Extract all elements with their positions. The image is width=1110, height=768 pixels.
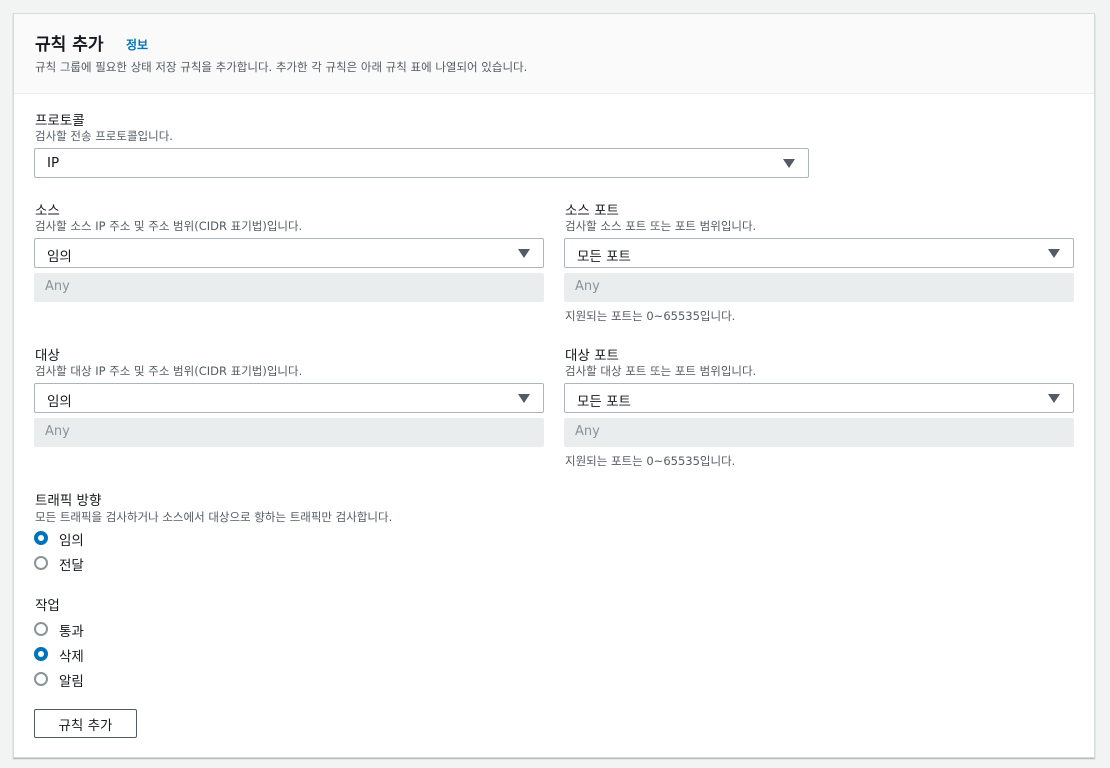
destination-port-input: Any: [564, 418, 1074, 447]
protocol-select[interactable]: IP: [34, 148, 809, 178]
source-port-select[interactable]: 모든 포트: [564, 238, 1074, 268]
caret-down-icon: [518, 394, 530, 403]
source-port-label: 소스 포트: [565, 203, 619, 219]
radio-checked-icon: [34, 531, 48, 545]
caret-down-icon: [1048, 394, 1060, 403]
radio-unchecked-icon: [34, 622, 48, 636]
radio-label: 전달: [59, 558, 84, 574]
source-port-placeholder: Any: [575, 279, 600, 294]
destination-port-label: 대상 포트: [565, 348, 619, 364]
destination-description: 검사할 대상 IP 주소 및 주소 범위(CIDR 표기법)입니다.: [35, 364, 303, 378]
traffic-direction-description: 모든 트래픽을 검사하거나 소스에서 대상으로 향하는 트래픽만 검사합니다.: [35, 510, 393, 524]
protocol-description: 검사할 전송 프로토콜입니다.: [35, 129, 173, 143]
source-port-description: 검사할 소스 포트 또는 포트 범위입니다.: [565, 219, 757, 233]
caret-down-icon: [783, 159, 795, 168]
source-address-placeholder: Any: [45, 279, 70, 294]
destination-port-placeholder: Any: [575, 424, 600, 439]
protocol-label: 프로토콜: [35, 113, 85, 129]
source-select-value: 임의: [47, 249, 72, 265]
destination-address-placeholder: Any: [45, 424, 70, 439]
source-port-input: Any: [564, 273, 1074, 302]
caret-down-icon: [1048, 249, 1060, 258]
radio-label: 임의: [59, 533, 84, 549]
panel-header: 규칙 추가 정보 규칙 그룹에 필요한 상태 저장 규칙을 추가합니다. 추가한…: [14, 14, 1094, 94]
radio-unchecked-icon: [34, 556, 48, 570]
source-port-select-value: 모든 포트: [577, 249, 631, 265]
destination-select-value: 임의: [47, 394, 72, 410]
source-label: 소스: [35, 203, 60, 219]
source-select[interactable]: 임의: [34, 238, 544, 268]
caret-down-icon: [518, 249, 530, 258]
panel-description: 규칙 그룹에 필요한 상태 저장 규칙을 추가합니다. 추가한 각 규칙은 아래…: [35, 60, 528, 74]
destination-port-select[interactable]: 모든 포트: [564, 383, 1074, 413]
destination-port-hint: 지원되는 포트는 0~65535입니다.: [565, 454, 736, 468]
destination-address-input: Any: [34, 418, 544, 447]
traffic-direction-label: 트래픽 방향: [35, 493, 102, 509]
radio-label: 통과: [59, 624, 84, 640]
action-label: 작업: [35, 598, 60, 614]
source-port-hint: 지원되는 포트는 0~65535입니다.: [565, 309, 736, 323]
destination-port-description: 검사할 대상 포트 또는 포트 범위입니다.: [565, 364, 757, 378]
destination-port-select-value: 모든 포트: [577, 394, 631, 410]
add-rule-panel: 규칙 추가 정보 규칙 그룹에 필요한 상태 저장 규칙을 추가합니다. 추가한…: [13, 13, 1095, 758]
source-address-input: Any: [34, 273, 544, 302]
radio-label: 삭제: [59, 649, 84, 665]
radio-unchecked-icon: [34, 672, 48, 686]
source-description: 검사할 소스 IP 주소 및 주소 범위(CIDR 표기법)입니다.: [35, 219, 303, 233]
panel-title: 규칙 추가: [35, 35, 104, 55]
radio-label: 알림: [59, 674, 84, 690]
add-rule-button[interactable]: 규칙 추가: [34, 709, 137, 738]
protocol-select-value: IP: [47, 155, 60, 171]
destination-select[interactable]: 임의: [34, 383, 544, 413]
info-link[interactable]: 정보: [126, 36, 148, 53]
destination-label: 대상: [35, 348, 60, 364]
radio-checked-icon: [34, 647, 48, 661]
